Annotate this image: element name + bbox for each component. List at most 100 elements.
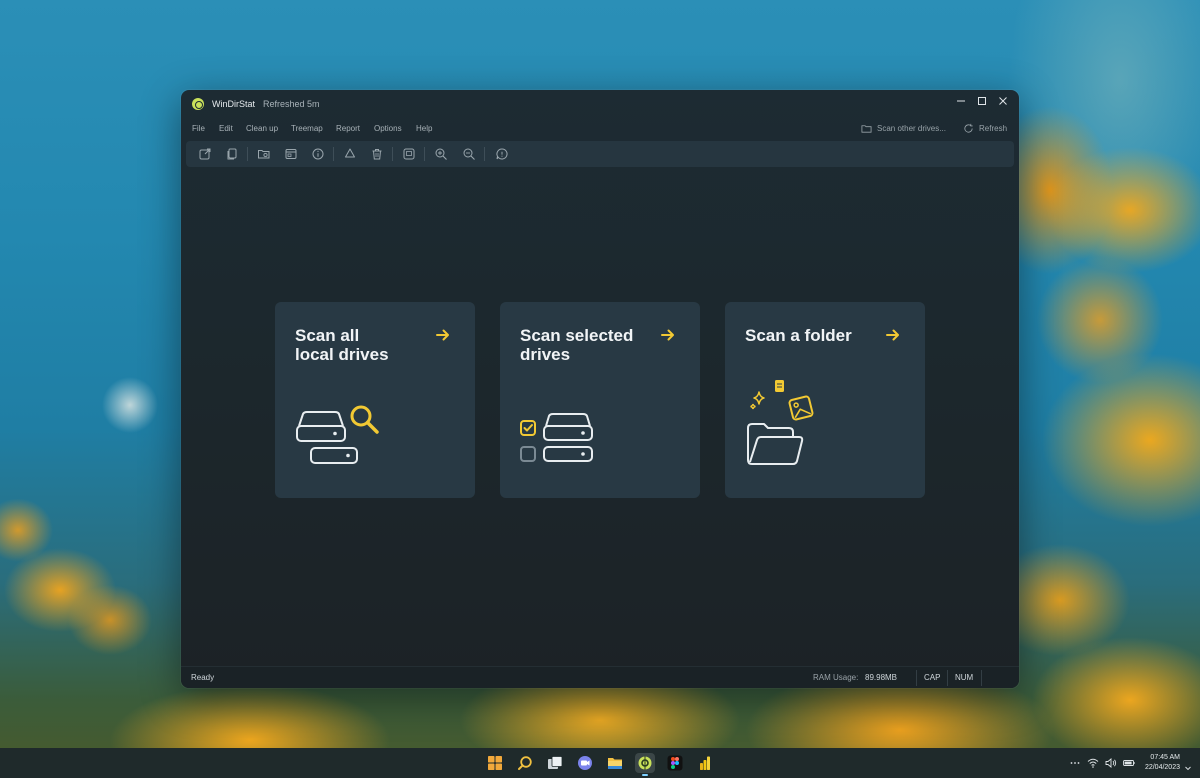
card-title-line: Scan selected [520,326,634,345]
explorer-icon [285,149,297,159]
clock-time: 07:45 AM [1150,754,1180,761]
teams-button[interactable] [575,753,595,773]
power-bi-icon [700,756,710,770]
figma-icon [667,755,683,771]
menu-report[interactable]: Report [336,124,360,133]
refresh-button[interactable]: Refresh [963,123,1007,134]
status-separator [981,670,982,686]
status-separator [916,670,917,686]
wifi-icon [1087,758,1099,768]
scan-a-folder-card[interactable]: Scan a folder [725,302,925,498]
refresh-status: Refreshed 5m [263,99,320,109]
menu-help[interactable]: Help [416,124,432,133]
screenshot-button[interactable] [402,147,416,161]
folder-search-icon [258,150,270,159]
refresh-label: Refresh [979,124,1008,133]
drives-checklist-icon [520,413,593,462]
arrow-right-icon [660,327,676,343]
drives-search-icon [296,405,379,464]
menu-file[interactable]: File [192,124,205,133]
arrow-right-icon [435,327,451,343]
scan-other-drives-label: Scan other drives... [877,124,946,133]
screenshot-icon [403,148,415,160]
scan-all-local-drives-card[interactable]: Scan all local drives [275,302,475,498]
zoom-out-button[interactable] [462,147,476,161]
open-external-button[interactable] [198,147,212,161]
recycle-button[interactable] [343,147,357,161]
maximize-icon [978,97,986,105]
taskbar-clock[interactable]: 07:45 AM 22/04/2023 [1130,753,1180,773]
start-button[interactable] [485,753,505,773]
arrow-right-icon [885,327,901,343]
teams-chat-icon [578,756,592,770]
ram-usage-label: RAM Usage: [813,673,859,682]
card-title-line: local drives [295,345,389,364]
volume-icon [1105,758,1117,768]
minimize-button[interactable] [952,96,970,112]
card-title: Scan selected drives [520,326,660,364]
delete-button[interactable] [370,147,384,161]
app-title: WinDirStat [212,99,256,109]
close-button[interactable] [994,96,1012,112]
menu-clean-up[interactable]: Clean up [246,124,278,133]
info-icon [312,148,324,160]
toolbar-separator [484,147,485,161]
caps-lock-indicator: CAP [924,673,941,682]
power-bi-button[interactable] [695,753,715,773]
zoom-out-icon [463,148,475,160]
feedback-icon [496,148,508,160]
task-view-icon [548,756,563,769]
status-text: Ready [191,673,215,682]
menu-bar: File Edit Clean up Treemap Report Option… [181,121,1019,137]
feedback-button[interactable] [495,147,509,161]
volume-button[interactable] [1105,757,1117,769]
more-icon [1070,762,1080,764]
title-bar[interactable]: WinDirStat Refreshed 5m [181,90,1019,118]
num-lock-indicator: NUM [955,673,974,682]
minimize-icon [957,100,965,102]
delete-icon [372,149,382,160]
windirstat-window: WinDirStat Refreshed 5m File Edit Clean … [181,90,1019,688]
copy-icon [227,148,237,160]
folder-search-button[interactable] [257,147,271,161]
windirstat-logo-icon [192,98,204,110]
task-view-button[interactable] [545,753,565,773]
ram-usage-value: 89.98MB [865,673,898,682]
close-icon [999,97,1007,105]
menu-edit[interactable]: Edit [219,124,233,133]
menu-treemap[interactable]: Treemap [291,124,323,133]
properties-button[interactable] [311,147,325,161]
wifi-button[interactable] [1087,757,1099,769]
status-separator [947,670,948,686]
show-hidden-icons-button[interactable] [1069,757,1081,769]
card-title-line: Scan a folder [745,326,852,345]
figma-button[interactable] [665,753,685,773]
toolbar-separator [424,147,425,161]
file-explorer-icon [608,758,622,769]
explorer-button[interactable] [284,147,298,161]
card-title: Scan a folder [745,326,885,345]
recycle-icon [345,148,355,158]
windirstat-taskbar-button[interactable] [635,753,655,776]
toolbar [186,141,1014,167]
search-icon [518,756,532,770]
card-title: Scan all local drives [295,326,435,364]
clock-date: 22/04/2023 [1144,764,1180,771]
maximize-button[interactable] [973,96,991,112]
status-bar: Ready RAM Usage: 89.98MB CAP NUM [181,666,1019,688]
notifications-chevron-icon[interactable] [1184,759,1192,771]
scan-other-drives-button[interactable]: Scan other drives... [861,123,946,134]
refresh-icon [964,123,973,133]
taskbar-search-button[interactable] [515,753,535,773]
copy-button[interactable] [225,147,239,161]
open-external-icon [199,148,211,160]
file-explorer-button[interactable] [605,753,625,773]
folder-icon [861,125,872,133]
scan-selected-drives-card[interactable]: Scan selected drives [500,302,700,498]
menu-options[interactable]: Options [374,124,402,133]
zoom-in-button[interactable] [434,147,448,161]
system-tray [1066,748,1138,778]
toolbar-separator [392,147,393,161]
windows-start-icon [488,756,502,770]
card-title-line: Scan all [295,326,360,345]
